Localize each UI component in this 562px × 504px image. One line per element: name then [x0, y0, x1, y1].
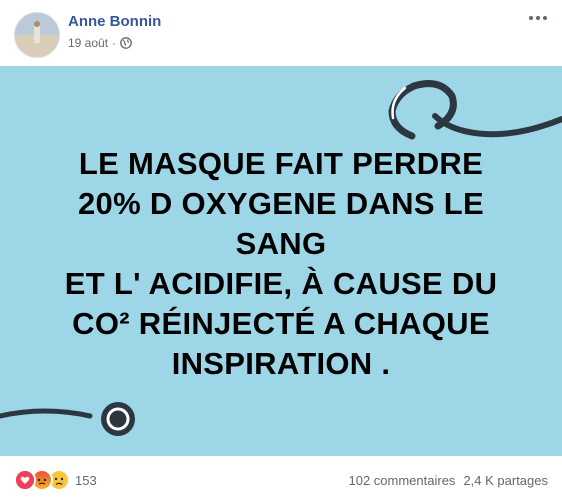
- post-meta: 19 août ·: [68, 36, 132, 50]
- post-date[interactable]: 19 août: [68, 36, 108, 50]
- shares-count[interactable]: 2,4 K partages: [463, 473, 548, 488]
- post-footer: 153 102 commentaires 2,4 K partages: [0, 456, 562, 504]
- more-options-icon[interactable]: [526, 8, 550, 28]
- image-text-line: LE MASQUE FAIT PERDRE: [78, 146, 484, 181]
- post-header: Anne Bonnin 19 août ·: [0, 0, 562, 66]
- meta-separator: ·: [112, 36, 117, 50]
- post-stats: 102 commentaires 2,4 K partages: [348, 473, 548, 488]
- post-image[interactable]: LE MASQUE FAIT PERDRE 20% D OXYGENE DANS…: [0, 66, 562, 456]
- author-name[interactable]: Anne Bonnin: [68, 13, 161, 30]
- image-text-line: INSPIRATION .: [171, 346, 391, 381]
- image-text-line: SANG: [235, 226, 327, 261]
- love-reaction-icon: [14, 469, 36, 491]
- avatar[interactable]: [14, 12, 60, 58]
- image-text-line: 20% D OXYGENE DANS LE: [78, 186, 484, 221]
- reaction-count[interactable]: 153: [75, 473, 97, 488]
- comments-count[interactable]: 102 commentaires: [348, 473, 455, 488]
- globe-icon[interactable]: [120, 37, 132, 49]
- image-text: LE MASQUE FAIT PERDRE 20% D OXYGENE DANS…: [0, 144, 562, 384]
- image-text-line: ET L' ACIDIFIE, À CAUSE DU: [64, 266, 498, 301]
- reactions-summary[interactable]: 153: [14, 469, 97, 491]
- image-text-line: CO² RÉINJECTÉ A CHAQUE: [72, 306, 490, 341]
